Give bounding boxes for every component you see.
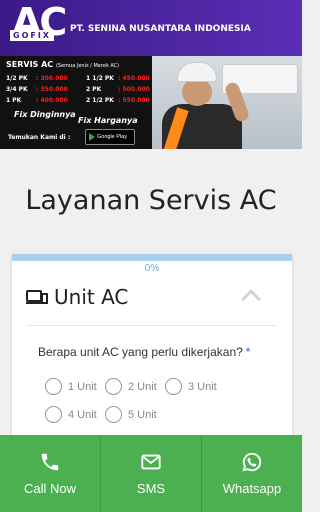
price-list-right: 1 1/2 PK: 450.000 2 PK: 500.000 2 1/2 PK… [86,73,150,106]
slogan-price: Fix Harganya [78,116,138,125]
radio-option[interactable]: 4 Unit [45,406,97,423]
gofix-logo: AC GOFIX [8,0,67,48]
question-label: Berapa unit AC yang perlu dikerjakan? * [38,345,251,359]
progress-bar [12,254,292,261]
whatsapp-button[interactable]: Whatsapp [202,435,302,512]
google-play-badge[interactable]: Google Play [85,129,135,145]
price-row: 2 PK: 500.000 [86,86,150,93]
page-title: Layanan Servis AC [25,185,277,216]
google-play-label: Google Play [97,134,127,140]
required-mark: * [245,345,251,359]
radio-button[interactable] [45,406,62,423]
play-store-icon [89,133,95,141]
call-now-button[interactable]: Call Now [0,435,101,512]
find-us-text: Temukan Kami di : [8,134,71,141]
radio-label: 3 Unit [188,380,217,393]
price-panel: SERVIS AC (Semua Jenis / Merek AC) 1/2 P… [0,56,152,149]
envelope-icon [141,454,161,470]
radio-label: 4 Unit [68,408,97,421]
radio-label: 2 Unit [128,380,157,393]
progress-label: 0% [144,263,160,274]
logo-sub-text: GOFIX [10,30,54,41]
price-row: 3/4 PK: 350.000 [6,86,68,93]
whatsapp-label: Whatsapp [222,481,282,496]
price-list-left: 1/2 PK: 300.000 3/4 PK: 350.000 1 PK: 40… [6,73,68,106]
phone-icon [41,453,59,471]
whatsapp-icon [242,452,262,472]
company-name: PT. SENINA NUSANTARA INDONESIA [70,24,251,34]
section-divider [26,325,276,326]
banner-header: AC GOFIX PT. SENINA NUSANTARA INDONESIA [0,0,302,56]
radio-button[interactable] [105,378,122,395]
call-now-label: Call Now [23,481,76,496]
price-row: 1/2 PK: 300.000 [6,75,68,82]
section-title: Unit AC [54,285,129,309]
radio-option[interactable]: 3 Unit [165,378,217,395]
radio-button[interactable] [45,378,62,395]
radio-option[interactable]: 5 Unit [105,406,157,423]
sms-button[interactable]: SMS [101,435,202,512]
service-note: (Semua Jenis / Merek AC) [55,63,120,69]
radio-label: 5 Unit [128,408,157,421]
bottom-action-bar: Call Now SMS Whatsapp [0,435,302,512]
radio-option[interactable]: 1 Unit [45,378,97,395]
devices-icon [26,289,48,305]
section-header[interactable]: Unit AC [26,285,128,309]
price-row: 1 PK: 400.000 [6,97,68,104]
radio-label: 1 Unit [68,380,97,393]
hero-banner: AC GOFIX PT. SENINA NUSANTARA INDONESIA … [0,0,302,149]
radio-button[interactable] [165,378,182,395]
price-row: 1 1/2 PK: 450.000 [86,75,150,82]
slogan-cold: Fix Dinginnya [14,110,76,119]
radio-button[interactable] [105,406,122,423]
price-row: 2 1/2 PK: 550.000 [86,97,150,104]
radio-option[interactable]: 2 Unit [105,378,157,395]
technician-photo [152,56,302,149]
service-title: SERVIS AC (Semua Jenis / Merek AC) [6,60,120,69]
sms-label: SMS [136,481,166,496]
